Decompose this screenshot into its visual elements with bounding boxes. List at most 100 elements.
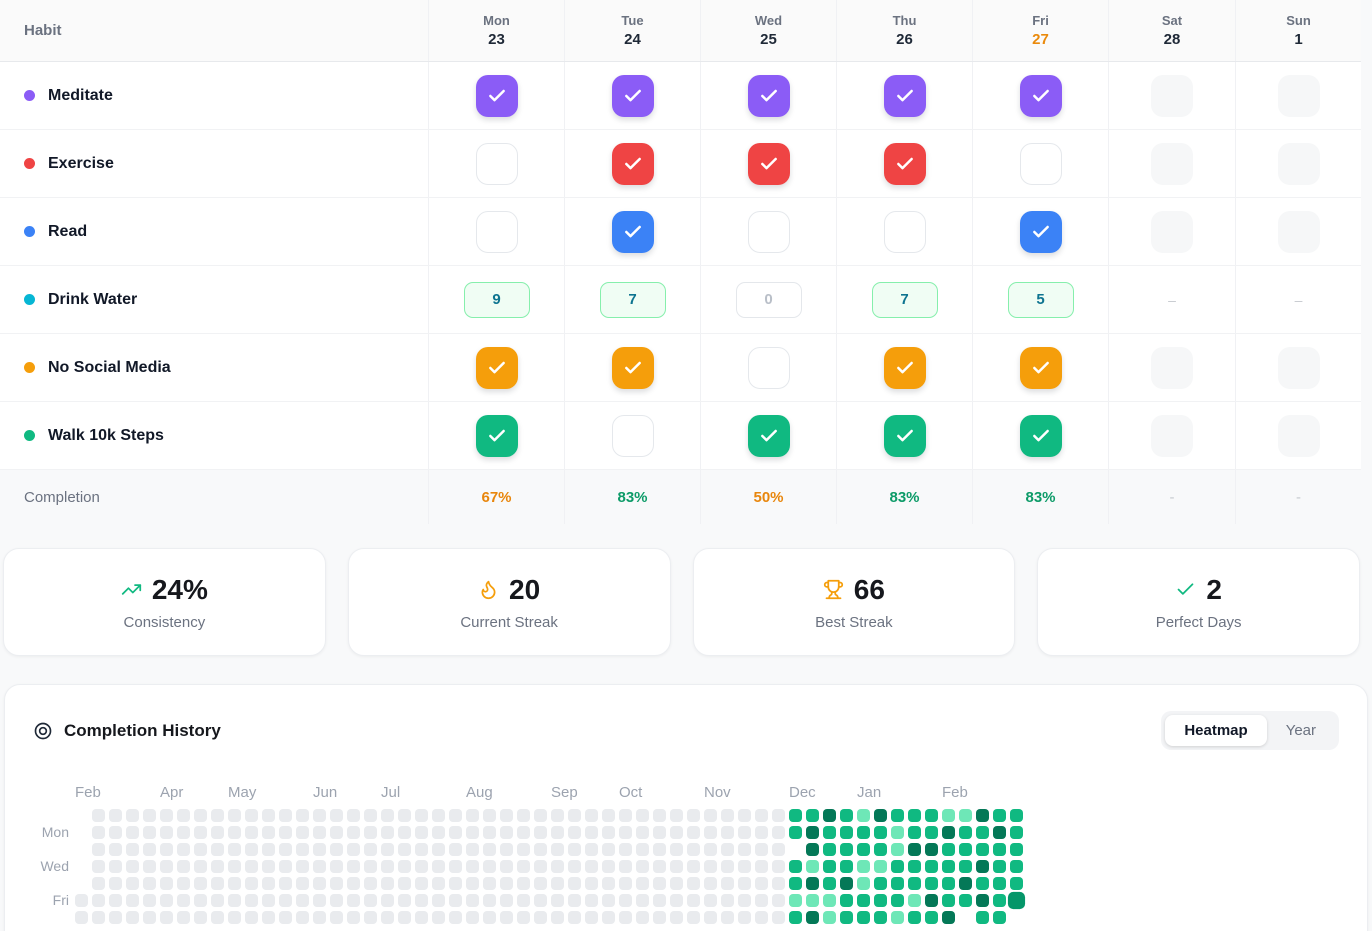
habit-checkbox-unchecked[interactable] — [476, 211, 518, 253]
heatmap-cell — [279, 894, 292, 907]
heatmap-cell — [874, 894, 887, 907]
heatmap-cell — [687, 843, 700, 856]
heatmap-cell — [772, 894, 785, 907]
stat-value: 66 — [854, 574, 885, 606]
habit-checkbox-checked[interactable] — [612, 347, 654, 389]
heatmap-cell — [585, 809, 598, 822]
heatmap-cell — [585, 843, 598, 856]
habit-checkbox-checked[interactable] — [1020, 415, 1062, 457]
heatmap-cell — [330, 843, 343, 856]
habit-day-cell — [1108, 334, 1235, 401]
heatmap-cell — [500, 911, 513, 924]
toggle-heatmap[interactable]: Heatmap — [1165, 715, 1266, 746]
habit-checkbox-checked[interactable] — [1020, 211, 1062, 253]
habit-checkbox-disabled — [1151, 211, 1193, 253]
heatmap-month-label: Feb — [75, 784, 101, 801]
day-header-fri: Fri27 — [972, 0, 1108, 61]
heatmap-cell — [891, 826, 904, 839]
habit-checkbox-checked[interactable] — [476, 347, 518, 389]
heatmap-cell — [959, 860, 972, 873]
heatmap-day-label: Mon — [33, 825, 69, 840]
heatmap-cell — [449, 877, 462, 890]
heatmap-cell-today — [1008, 892, 1025, 909]
water-count-input[interactable] — [1008, 282, 1074, 318]
heatmap-cell — [993, 894, 1006, 907]
habit-checkbox-checked[interactable] — [884, 75, 926, 117]
habit-checkbox-unchecked[interactable] — [748, 211, 790, 253]
heatmap-week-column — [908, 809, 921, 924]
heatmap-cell — [160, 911, 173, 924]
heatmap-cell — [262, 860, 275, 873]
heatmap-cell — [738, 877, 751, 890]
stat-value-row: 24% — [121, 574, 208, 606]
habit-checkbox-checked[interactable] — [884, 415, 926, 457]
day-header-sat: Sat28 — [1108, 0, 1235, 61]
habit-row-read: Read — [0, 198, 1361, 266]
habit-checkbox-checked[interactable] — [612, 143, 654, 185]
heatmap-cell — [840, 860, 853, 873]
habit-color-dot — [24, 226, 35, 237]
heatmap-cell — [772, 826, 785, 839]
habit-checkbox-checked[interactable] — [1020, 75, 1062, 117]
habit-checkbox-checked[interactable] — [612, 211, 654, 253]
habit-checkbox-unchecked[interactable] — [476, 143, 518, 185]
heatmap-cell — [619, 911, 632, 924]
heatmap-cell — [262, 826, 275, 839]
habit-day-cell — [836, 130, 972, 197]
heatmap-cell — [381, 826, 394, 839]
heatmap-cell — [364, 877, 377, 890]
habit-day-cell — [428, 266, 564, 333]
heatmap-cell — [704, 843, 717, 856]
heatmap-week-column — [653, 809, 666, 924]
heatmap-cell — [602, 809, 615, 822]
habit-checkbox-checked[interactable] — [748, 75, 790, 117]
heatmap-cell — [840, 809, 853, 822]
day-date: 28 — [1164, 31, 1181, 48]
habit-checkbox-checked[interactable] — [1020, 347, 1062, 389]
heatmap-cell — [143, 809, 156, 822]
heatmap-week-column — [194, 809, 207, 924]
water-count-input[interactable] — [872, 282, 938, 318]
habit-row-exercise: Exercise — [0, 130, 1361, 198]
habit-checkbox-checked[interactable] — [884, 143, 926, 185]
heatmap-cell — [636, 860, 649, 873]
water-count-input[interactable] — [600, 282, 666, 318]
habit-checkbox-checked[interactable] — [748, 143, 790, 185]
habit-checkbox-checked[interactable] — [884, 347, 926, 389]
habit-checkbox-unchecked[interactable] — [612, 415, 654, 457]
heatmap-cell — [976, 877, 989, 890]
heatmap-cell — [857, 809, 870, 822]
water-count-input[interactable] — [464, 282, 530, 318]
heatmap-cell — [364, 860, 377, 873]
heatmap-cell — [585, 860, 598, 873]
habit-checkbox-checked[interactable] — [476, 415, 518, 457]
heatmap-cell — [313, 894, 326, 907]
heatmap-cell — [738, 860, 751, 873]
toggle-year[interactable]: Year — [1267, 715, 1335, 746]
heatmap-cell — [432, 860, 445, 873]
habit-checkbox-checked[interactable] — [476, 75, 518, 117]
heatmap-cell — [993, 843, 1006, 856]
heatmap-cell — [789, 826, 802, 839]
heatmap-cell — [908, 877, 921, 890]
habit-checkbox-unchecked[interactable] — [748, 347, 790, 389]
habit-checkbox-unchecked[interactable] — [1020, 143, 1062, 185]
heatmap-cell — [449, 826, 462, 839]
habit-checkbox-unchecked[interactable] — [884, 211, 926, 253]
day-header-sun: Sun1 — [1235, 0, 1361, 61]
heatmap-week-column — [296, 809, 309, 924]
water-count-input[interactable] — [736, 282, 802, 318]
heatmap-cell — [874, 809, 887, 822]
habit-checkbox-checked[interactable] — [612, 75, 654, 117]
heatmap-cell — [177, 809, 190, 822]
habit-day-cell — [1108, 130, 1235, 197]
heatmap-week-column — [925, 809, 938, 924]
heatmap-cell — [823, 843, 836, 856]
heatmap-cell — [721, 894, 734, 907]
heatmap-cell — [857, 843, 870, 856]
heatmap-cell — [75, 894, 88, 907]
heatmap-cell — [908, 860, 921, 873]
heatmap-cell — [92, 894, 105, 907]
heatmap-cell — [160, 894, 173, 907]
habit-checkbox-checked[interactable] — [748, 415, 790, 457]
